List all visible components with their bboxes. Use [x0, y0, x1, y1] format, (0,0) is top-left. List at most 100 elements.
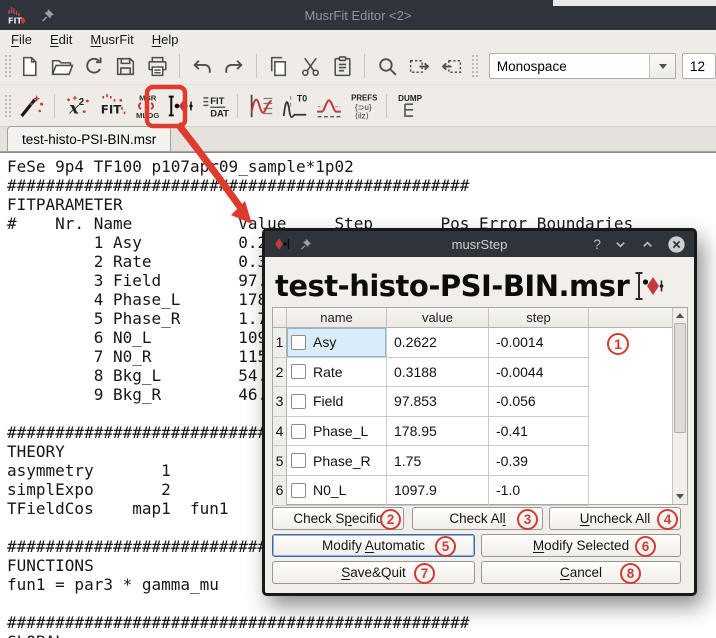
cancel-button[interactable]: Cancel8	[481, 561, 681, 584]
redo-button[interactable]	[218, 51, 250, 81]
wizard-button[interactable]	[14, 89, 48, 123]
paste-icon	[330, 54, 355, 79]
row-checkbox[interactable]	[291, 483, 306, 498]
new-file-button[interactable]	[14, 51, 46, 81]
menu-musrfit[interactable]: MusrFit	[81, 32, 142, 47]
value-cell[interactable]: 1.75	[387, 446, 489, 476]
value-cell[interactable]: 1097.9	[387, 476, 489, 506]
t0-button[interactable]: T0	[278, 89, 312, 123]
row-checkbox[interactable]	[291, 453, 306, 468]
dialog-help-button[interactable]: ?	[593, 236, 601, 252]
save-quit-button[interactable]: Save&Quit7	[272, 561, 475, 584]
scroll-up-icon[interactable]	[673, 309, 687, 322]
plot-button[interactable]	[244, 89, 278, 123]
find-next-button[interactable]	[403, 51, 435, 81]
column-header-value[interactable]: value	[387, 308, 489, 327]
uncheck-all-button[interactable]: Uncheck All4	[549, 507, 681, 530]
table-header: name value step	[273, 308, 672, 328]
chisq-button[interactable]: x2	[61, 89, 95, 123]
svg-text:PREFS: PREFS	[351, 93, 377, 102]
table-scrollbar[interactable]	[672, 308, 687, 504]
cut-button[interactable]	[295, 51, 327, 81]
msr-mlog-button[interactable]: MSRMLOG	[129, 89, 163, 123]
toolbar-handle[interactable]	[4, 54, 11, 78]
roll-down-icon[interactable]	[613, 237, 628, 252]
fit-dat-button[interactable]: FITDAT	[197, 89, 231, 123]
prefs-button[interactable]: PREFS{⊃u}⟨ilz⟩	[346, 89, 380, 123]
empty-cell	[589, 328, 672, 358]
row-checkbox[interactable]	[291, 394, 306, 409]
print-button[interactable]	[141, 51, 173, 81]
musrfit-toolbar: x2FITMSRMLOG FITDAT T0 PREFS{⊃u}⟨ilz⟩ DUMP	[0, 85, 716, 127]
modify-selected-button[interactable]: Modify Selected6	[481, 534, 681, 557]
reload-button[interactable]	[78, 51, 110, 81]
t0-icon: T0	[280, 91, 310, 121]
font-family-combobox[interactable]: Monospace	[489, 53, 676, 79]
tab-msr-file[interactable]: test-histo-PSI-BIN.msr	[7, 126, 171, 151]
fit-icon: FIT	[97, 91, 127, 121]
step-cell[interactable]: -0.056	[489, 387, 589, 417]
fit-dat-icon: FITDAT	[199, 91, 229, 121]
find-button[interactable]	[371, 51, 403, 81]
find-previous-button[interactable]	[435, 51, 467, 81]
modify-automatic-button[interactable]: Modify Automatic5	[272, 534, 475, 557]
value-cell[interactable]: 0.3188	[387, 358, 489, 388]
name-cell[interactable]: Rate	[287, 358, 387, 388]
fourier-button[interactable]	[312, 89, 346, 123]
row-number: 2	[273, 358, 287, 388]
roll-up-icon[interactable]	[640, 237, 655, 252]
step-cell[interactable]: -0.0044	[489, 358, 589, 388]
svg-text:2: 2	[79, 96, 85, 107]
row-number: 6	[273, 476, 287, 506]
row-checkbox[interactable]	[291, 335, 306, 350]
close-icon[interactable]	[667, 235, 686, 254]
row-checkbox[interactable]	[291, 424, 306, 439]
scrollbar-thumb[interactable]	[674, 323, 686, 433]
save-icon	[113, 54, 138, 79]
name-cell[interactable]: Field	[287, 387, 387, 417]
column-header-step[interactable]: step	[489, 308, 589, 327]
menu-file[interactable]: File	[2, 32, 41, 47]
table-row: 3Field97.853-0.056	[273, 387, 672, 417]
musrstep-button[interactable]	[163, 89, 197, 123]
paste-button[interactable]	[327, 51, 359, 81]
name-cell[interactable]: Phase_L	[287, 417, 387, 447]
menu-edit[interactable]: Edit	[41, 32, 81, 47]
step-cell[interactable]: -0.0014	[489, 328, 589, 358]
empty-cell	[589, 358, 672, 388]
dialog-heading: test-histo-PSI-BIN.msr	[275, 261, 665, 311]
check-all-button[interactable]: Check All3	[412, 507, 543, 530]
open-folder-button[interactable]	[46, 51, 78, 81]
save-button[interactable]	[110, 51, 142, 81]
fit-button[interactable]: FIT	[95, 89, 129, 123]
column-header-name[interactable]: name	[287, 308, 387, 327]
tab-bar: test-histo-PSI-BIN.msr	[0, 127, 716, 152]
name-cell[interactable]: Phase_R	[287, 446, 387, 476]
value-cell[interactable]: 97.853	[387, 387, 489, 417]
undo-button[interactable]	[186, 51, 218, 81]
row-checkbox[interactable]	[291, 364, 306, 379]
toolbar-separator	[54, 94, 55, 118]
table-row: 2Rate0.3188-0.0044	[273, 358, 672, 388]
combo-dropdown-button[interactable]	[649, 54, 675, 78]
toolbar-handle[interactable]	[4, 94, 11, 118]
value-cell[interactable]: 178.95	[387, 417, 489, 447]
svg-text:DAT: DAT	[210, 108, 229, 118]
toolbar-handle[interactable]	[471, 54, 478, 78]
cut-icon	[298, 54, 323, 79]
dump-button[interactable]: DUMP	[393, 89, 427, 123]
check-specific-button[interactable]: Check Specific2	[272, 507, 404, 530]
name-cell[interactable]: N0_L	[287, 476, 387, 506]
font-size-spinbox[interactable]: 12	[682, 53, 716, 79]
annotation-circle-3: 3	[517, 509, 538, 530]
scroll-down-icon[interactable]	[673, 490, 687, 503]
copy-button[interactable]	[263, 51, 295, 81]
step-cell[interactable]: -0.41	[489, 417, 589, 447]
font-family-value: Monospace	[490, 59, 649, 74]
name-cell[interactable]: Asy	[287, 328, 387, 358]
menu-help[interactable]: Help	[143, 32, 188, 47]
value-cell[interactable]: 0.2622	[387, 328, 489, 358]
empty-cell	[589, 417, 672, 447]
step-cell[interactable]: -1.0	[489, 476, 589, 506]
step-cell[interactable]: -0.39	[489, 446, 589, 476]
